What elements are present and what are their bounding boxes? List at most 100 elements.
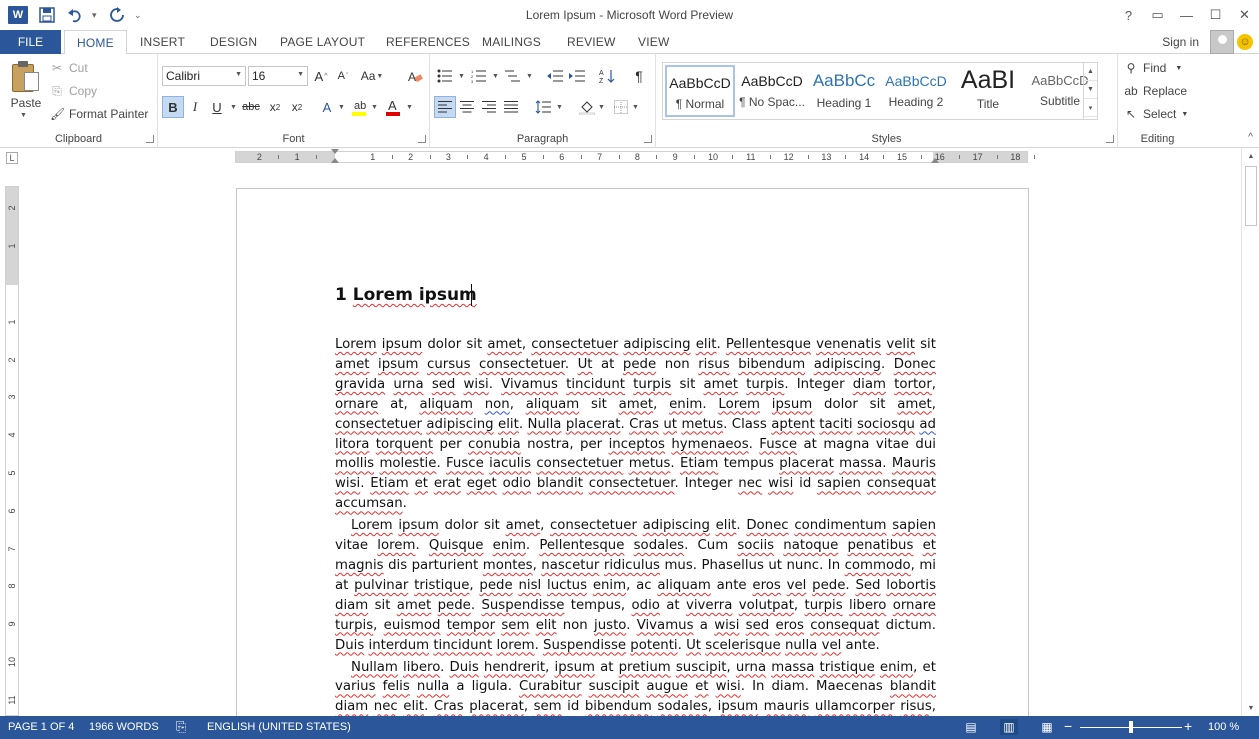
paste-button[interactable]: Paste xyxy=(6,96,46,110)
zoom-level[interactable]: 100 % xyxy=(1208,721,1239,733)
page-count[interactable]: PAGE 1 OF 4 xyxy=(8,721,74,733)
collapse-ribbon-icon[interactable]: ^ xyxy=(1248,132,1253,143)
tab-selector[interactable]: L xyxy=(6,152,18,164)
replace-button[interactable]: ab Replace xyxy=(1124,81,1187,101)
shading-dropdown-icon[interactable]: ▼ xyxy=(598,104,605,111)
font-size-combo[interactable]: 16 ▼ xyxy=(248,66,308,86)
paste-icon[interactable] xyxy=(10,60,40,94)
avatar[interactable] xyxy=(1210,30,1234,54)
multilevel-dropdown-icon[interactable]: ▼ xyxy=(526,73,533,80)
tab-design[interactable]: DESIGN xyxy=(210,30,257,54)
align-right-icon[interactable] xyxy=(478,96,500,118)
line-spacing-icon[interactable] xyxy=(532,96,554,118)
tab-file[interactable]: FILE xyxy=(0,30,61,54)
style-no-spacing[interactable]: AaBbCcD ¶ No Spac... xyxy=(737,65,807,117)
find-button[interactable]: ⚲ Find ▼ xyxy=(1124,58,1183,78)
zoom-slider-thumb[interactable] xyxy=(1129,721,1133,733)
styles-more-icon[interactable]: ▾ xyxy=(1084,99,1097,117)
cut-button[interactable]: ✂ Cut xyxy=(50,58,88,78)
scroll-thumb[interactable] xyxy=(1245,166,1257,226)
superscript-icon[interactable]: x2 xyxy=(286,96,308,118)
tab-references[interactable]: REFERENCES xyxy=(386,30,470,54)
hanging-indent-marker[interactable] xyxy=(331,158,339,163)
styles-scroll-down-icon[interactable]: ▼ xyxy=(1084,81,1097,99)
vertical-scrollbar[interactable]: ▲ ▼ xyxy=(1241,148,1259,716)
style-heading-1[interactable]: AaBbCc Heading 1 xyxy=(809,65,879,117)
highlight-icon[interactable]: ab xyxy=(348,96,370,118)
font-name-combo[interactable]: Calibri ▼ xyxy=(162,66,246,86)
shading-icon[interactable] xyxy=(576,96,598,118)
minimize-icon[interactable]: — xyxy=(1172,0,1201,30)
style-normal[interactable]: AaBbCcD ¶ Normal xyxy=(665,65,735,117)
bullets-icon[interactable] xyxy=(434,65,456,87)
font-launcher-icon[interactable] xyxy=(418,135,426,143)
show-formatting-icon[interactable]: ¶ xyxy=(628,65,650,87)
justify-icon[interactable] xyxy=(500,96,522,118)
print-layout-icon[interactable]: ▥ xyxy=(1000,719,1018,735)
copy-button[interactable]: ⎘ Copy xyxy=(50,81,97,101)
styles-scroll-up-icon[interactable]: ▲ xyxy=(1084,63,1097,81)
sign-in-link[interactable]: Sign in xyxy=(1162,35,1199,49)
sort-icon[interactable]: AZ xyxy=(596,65,618,87)
paste-dropdown-icon[interactable]: ▼ xyxy=(20,112,27,119)
numbering-dropdown-icon[interactable]: ▼ xyxy=(492,73,499,80)
tab-home[interactable]: HOME xyxy=(64,30,127,55)
style-title[interactable]: AaBI Title xyxy=(953,65,1023,117)
shrink-font-icon[interactable]: Aˇ xyxy=(332,65,354,87)
underline-icon[interactable]: U xyxy=(206,96,228,118)
underline-dropdown-icon[interactable]: ▼ xyxy=(230,104,237,111)
bullets-dropdown-icon[interactable]: ▼ xyxy=(458,73,465,80)
horizontal-ruler[interactable]: 2 1 1 2 3 4 5 6 7 8 9 10 11 12 13 14 15 16 17 18 xyxy=(235,149,1036,163)
increase-indent-icon[interactable] xyxy=(566,65,588,87)
multilevel-list-icon[interactable] xyxy=(502,65,524,87)
close-icon[interactable]: ✕ xyxy=(1230,0,1259,30)
find-dropdown-icon[interactable]: ▼ xyxy=(1175,65,1182,72)
line-spacing-dropdown-icon[interactable]: ▼ xyxy=(556,104,563,111)
clipboard-launcher-icon[interactable] xyxy=(146,135,154,143)
select-button[interactable]: ↖ Select ▼ xyxy=(1124,104,1188,124)
text-effects-dropdown-icon[interactable]: ▼ xyxy=(338,104,345,111)
read-mode-icon[interactable]: ▤ xyxy=(962,719,980,735)
word-count[interactable]: 1966 WORDS xyxy=(89,721,159,733)
grow-font-icon[interactable]: A ^ xyxy=(310,65,332,87)
text-effects-icon[interactable]: A xyxy=(316,96,338,118)
tab-view[interactable]: VIEW xyxy=(638,30,669,54)
strikethrough-icon[interactable]: abc xyxy=(240,96,262,118)
font-color-dropdown-icon[interactable]: ▼ xyxy=(406,104,413,111)
tab-page-layout[interactable]: PAGE LAYOUT xyxy=(280,30,365,54)
subscript-icon[interactable]: x2 xyxy=(264,96,286,118)
tab-insert[interactable]: INSERT xyxy=(140,30,185,54)
document-heading[interactable]: 1 Lorem ipsum xyxy=(335,285,477,305)
document-body[interactable]: Lorem ipsum dolor sit amet, consectetuer… xyxy=(335,335,936,739)
first-line-indent-marker[interactable] xyxy=(331,149,339,154)
bold-icon[interactable]: B xyxy=(162,96,184,118)
select-dropdown-icon[interactable]: ▼ xyxy=(1181,111,1188,118)
maximize-icon[interactable]: ☐ xyxy=(1201,0,1230,30)
borders-dropdown-icon[interactable]: ▼ xyxy=(632,104,639,111)
font-color-icon[interactable]: A xyxy=(382,96,404,118)
help-icon[interactable]: ? xyxy=(1114,0,1143,30)
italic-icon[interactable]: I xyxy=(184,96,206,118)
zoom-in-icon[interactable]: + xyxy=(1184,718,1192,734)
paragraph-launcher-icon[interactable] xyxy=(644,135,652,143)
language-indicator[interactable]: ENGLISH (UNITED STATES) xyxy=(207,721,351,733)
web-layout-icon[interactable]: ▦ xyxy=(1038,719,1056,735)
ribbon-display-options-icon[interactable]: ▭ xyxy=(1143,0,1172,30)
right-indent-marker[interactable] xyxy=(931,158,939,163)
highlight-dropdown-icon[interactable]: ▼ xyxy=(371,104,378,111)
numbering-icon[interactable]: 123 xyxy=(468,65,490,87)
document-page[interactable]: 1 Lorem ipsum Lorem ipsum dolor sit amet… xyxy=(236,188,1029,739)
feedback-smiley-icon[interactable]: ☺ xyxy=(1237,34,1253,50)
align-left-icon[interactable] xyxy=(434,96,456,118)
style-heading-2[interactable]: AaBbCcD Heading 2 xyxy=(881,65,951,117)
zoom-out-icon[interactable]: − xyxy=(1064,718,1072,734)
styles-launcher-icon[interactable] xyxy=(1106,135,1114,143)
proofing-icon[interactable]: ⎘ xyxy=(176,719,186,735)
format-painter-button[interactable]: 🖌 Format Painter xyxy=(50,104,148,124)
scroll-up-icon[interactable]: ▲ xyxy=(1245,150,1257,162)
scroll-down-icon[interactable]: ▼ xyxy=(1245,702,1257,714)
align-center-icon[interactable] xyxy=(456,96,478,118)
tab-review[interactable]: REVIEW xyxy=(567,30,616,54)
change-case-icon[interactable]: Aa ▼ xyxy=(361,65,384,87)
borders-icon[interactable] xyxy=(610,96,632,118)
